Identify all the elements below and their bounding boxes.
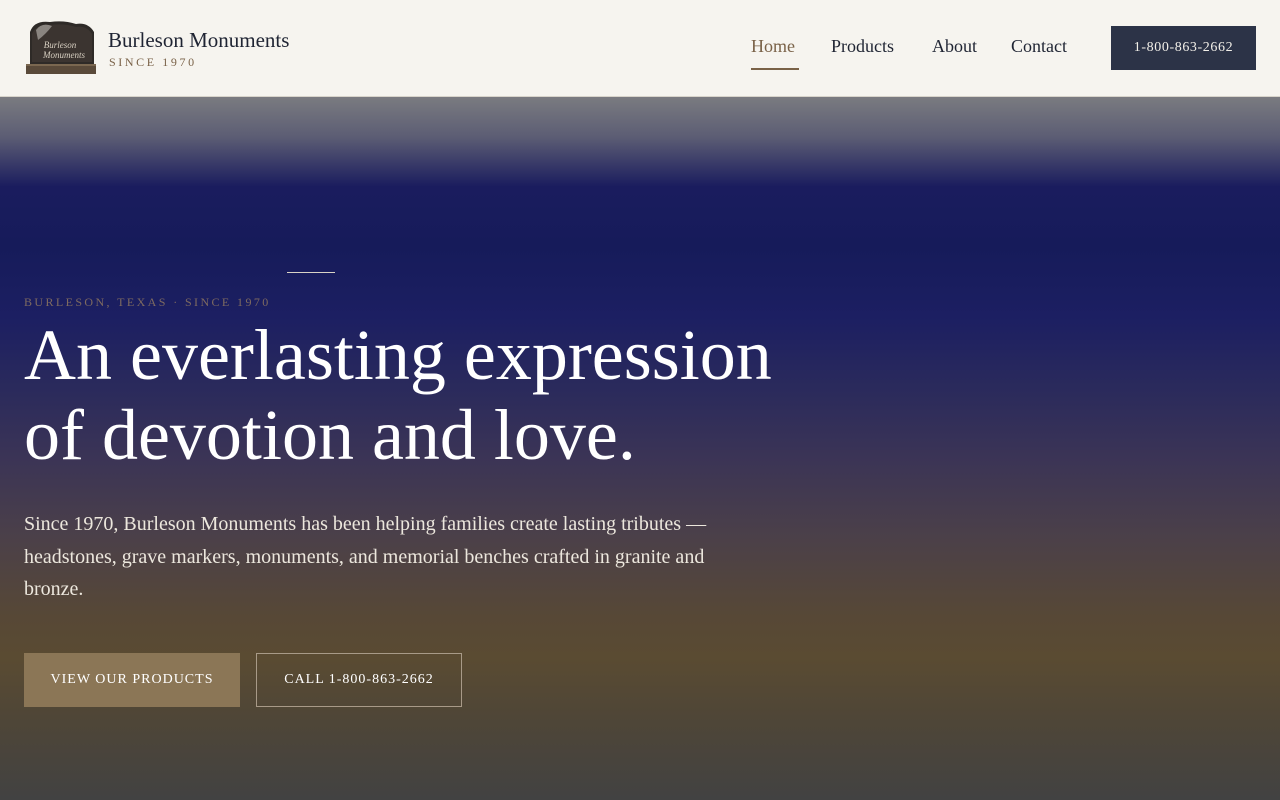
view-products-button[interactable]: VIEW OUR PRODUCTS <box>24 653 240 707</box>
nav-products[interactable]: Products <box>831 36 894 57</box>
main-nav: Home Products About Contact <box>0 36 1280 76</box>
hero-divider <box>287 272 335 273</box>
hero-title-line1: An everlasting expression <box>24 315 772 395</box>
hero-title: An everlasting expression of devotion an… <box>24 315 844 475</box>
nav-about[interactable]: About <box>932 36 977 57</box>
header-phone-button[interactable]: 1-800-863-2662 <box>1111 26 1256 70</box>
site-header: Burleson Monuments Burleson Monuments SI… <box>0 0 1280 97</box>
nav-contact[interactable]: Contact <box>1011 36 1067 57</box>
nav-active-underline <box>751 68 799 70</box>
hero-title-line2: of devotion and love. <box>24 395 636 475</box>
hero-section: BURLESON, TEXAS · SINCE 1970 An everlast… <box>0 97 1280 800</box>
call-phone-button[interactable]: CALL 1-800-863-2662 <box>256 653 462 707</box>
nav-home[interactable]: Home <box>751 36 795 57</box>
hero-eyebrow: BURLESON, TEXAS · SINCE 1970 <box>24 295 271 309</box>
hero-description: Since 1970, Burleson Monuments has been … <box>24 513 707 600</box>
